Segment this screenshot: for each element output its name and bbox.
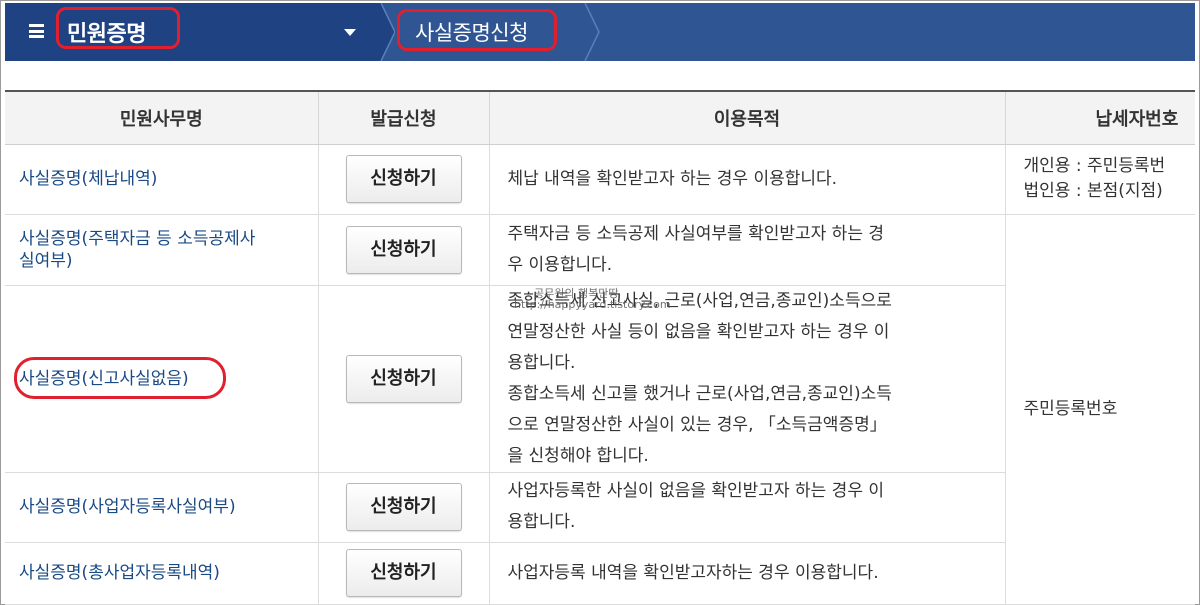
certificate-table: 민원사무명 발급신청 이용목적 납세자번호 사실증명(체납내역) 신청하기 체납… (5, 90, 1195, 605)
taxpayer-number-line: 주민등록번호 (1023, 398, 1118, 419)
taxpayer-number-cell: 주민등록번호 (1005, 214, 1195, 605)
breadcrumb-separator-icon (365, 3, 395, 61)
breadcrumb-separator-icon (584, 3, 600, 61)
table-row: 사실증명(체납내역) 신청하기 체납 내역을 확인받고자 하는 경우 이용합니다… (5, 144, 1195, 215)
nav-menu-section[interactable]: 민원증명 (5, 3, 381, 61)
apply-cell: 신청하기 (318, 542, 490, 605)
header-purpose: 이용목적 (489, 92, 1006, 145)
nav-title[interactable]: 민원증명 (67, 16, 146, 48)
service-name-link[interactable]: 사실증명(사업자등록사실여부) (5, 472, 319, 543)
purpose-line: 을 신청해야 합니다. (507, 445, 649, 466)
apply-button[interactable]: 신청하기 (345, 225, 462, 274)
service-name-link[interactable]: 사실증명(총사업자등록내역) (5, 542, 319, 605)
watermark: 공무원의 행복만땅 http://happyyard.tistory.com (512, 288, 671, 310)
watermark-url: http://happyyard.tistory.com (514, 298, 671, 311)
service-name-line[interactable]: 사실증명(신고사실없음) (19, 368, 304, 390)
purpose-line: 용합니다. (507, 512, 576, 532)
header-taxpayer-number: 납세자번호 (1005, 92, 1195, 145)
apply-cell: 신청하기 (318, 285, 490, 473)
top-navigation-bar: 민원증명 사실증명신청 (5, 3, 1195, 61)
apply-cell: 신청하기 (318, 214, 490, 286)
purpose-cell: 주택자금 등 소득공제 사실여부를 확인받고자 하는 경 우 이용합니다. (489, 214, 1006, 286)
purpose-cell: 사업자등록한 사실이 없음을 확인받고자 하는 경우 이 용합니다. (489, 472, 1006, 543)
service-name-line[interactable]: 실여부) (19, 250, 304, 272)
service-name-line[interactable]: 사실증명(사업자등록사실여부) (19, 496, 304, 518)
purpose-cell: 종합소득세 신고사실, 근로(사업,연금,종교인)소득으로 연말정산한 사실 등… (489, 285, 1006, 473)
apply-button[interactable]: 신청하기 (345, 354, 462, 403)
purpose-line: 체납 내역을 확인받고자 하는 경우 이용합니다. (507, 168, 838, 189)
taxpayer-number-cell: 개인용 : 주민등록번 법인용 : 본점(지점) (1005, 144, 1195, 215)
taxpayer-number-line: 법인용 : 본점(지점) (1023, 181, 1163, 201)
dropdown-caret-icon[interactable] (344, 29, 356, 36)
purpose-line: 우 이용합니다. (507, 254, 613, 275)
service-name-link[interactable]: 사실증명(주택자금 등 소득공제사 실여부) (5, 214, 319, 286)
service-name-line[interactable]: 사실증명(체납내역) (19, 168, 304, 190)
service-name-link[interactable]: 사실증명(신고사실없음) (5, 285, 319, 473)
purpose-line: 사업자등록한 사실이 없음을 확인받고자 하는 경우 이 (507, 481, 885, 501)
purpose-line: 사업자등록 내역을 확인받고자하는 경우 이용합니다. (507, 562, 879, 583)
purpose-cell: 사업자등록 내역을 확인받고자하는 경우 이용합니다. (489, 542, 1006, 605)
service-name-line[interactable]: 사실증명(주택자금 등 소득공제사 (19, 228, 304, 250)
breadcrumb-current[interactable]: 사실증명신청 (415, 17, 528, 47)
purpose-line: 연말정산한 사실 등이 없음을 확인받고자 하는 경우 이 (507, 321, 890, 342)
purpose-line: 용합니다. (507, 352, 576, 373)
purpose-line: 으로 연말정산한 사실이 있는 경우, 「소득금액증명」 (507, 414, 887, 435)
purpose-line: 종합소득세 신고를 했거나 근로(사업,연금,종교인)소득 (507, 383, 892, 404)
service-name-line[interactable]: 사실증명(총사업자등록내역) (19, 562, 304, 584)
service-name-link[interactable]: 사실증명(체납내역) (5, 144, 319, 215)
apply-cell: 신청하기 (318, 144, 490, 215)
apply-button[interactable]: 신청하기 (345, 549, 462, 597)
header-apply: 발급신청 (318, 92, 490, 145)
apply-button[interactable]: 신청하기 (345, 483, 462, 531)
table-header-row: 민원사무명 발급신청 이용목적 납세자번호 (5, 92, 1195, 145)
header-service-name: 민원사무명 (5, 92, 319, 145)
apply-button[interactable]: 신청하기 (345, 155, 462, 203)
certificate-table-grid: 민원사무명 발급신청 이용목적 납세자번호 사실증명(체납내역) 신청하기 체납… (5, 92, 1195, 605)
purpose-line: 주택자금 등 소득공제 사실여부를 확인받고자 하는 경 (507, 223, 885, 244)
hamburger-menu-icon[interactable] (29, 24, 44, 38)
taxpayer-number-line: 개인용 : 주민등록번 (1023, 156, 1166, 176)
purpose-cell: 체납 내역을 확인받고자 하는 경우 이용합니다. (489, 144, 1006, 215)
apply-cell: 신청하기 (318, 472, 490, 543)
table-row: 사실증명(주택자금 등 소득공제사 실여부) 신청하기 주택자금 등 소득공제 … (5, 214, 1195, 605)
